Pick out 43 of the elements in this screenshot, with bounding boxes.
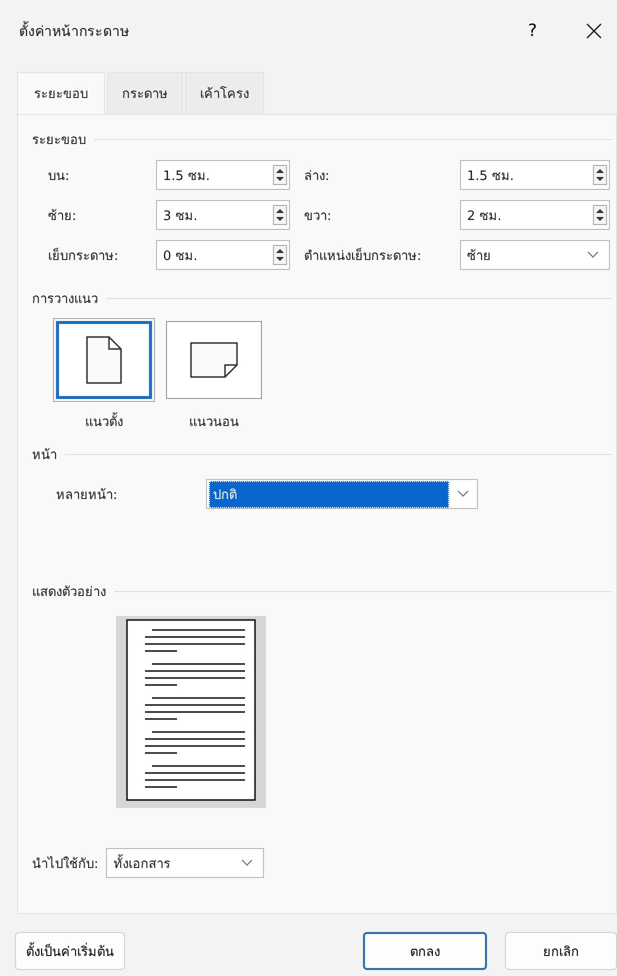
spin-arrows-icon[interactable] xyxy=(273,165,287,185)
orientation-option[interactable] xyxy=(56,321,152,399)
spin-arrows-icon[interactable] xyxy=(273,205,287,225)
tab[interactable]: กระดาษ xyxy=(107,72,183,114)
landscape-page-icon xyxy=(190,342,238,378)
field-label: บน: xyxy=(48,168,70,186)
dialog-button[interactable]: ตั้งเป็นค่าเริ่มต้น xyxy=(15,932,125,970)
dialog-button[interactable]: ตกลง xyxy=(363,932,487,970)
section-heading: ระยะขอบ xyxy=(32,132,86,150)
spin-field[interactable]: 1.5 ซม. xyxy=(156,160,290,190)
window-title: ตั้งค่าหน้ากระดาษ xyxy=(19,20,524,42)
spin-arrows-icon[interactable] xyxy=(273,245,287,265)
caret-icon[interactable] xyxy=(241,859,254,867)
field-label: ขวา: xyxy=(304,208,332,226)
spin-field[interactable]: 3 ซม. xyxy=(156,200,290,230)
field-label: หลายหน้า: xyxy=(56,486,118,504)
caret-icon[interactable] xyxy=(457,490,469,498)
dialog-button[interactable]: ยกเลิก xyxy=(505,932,617,970)
dropdown-field[interactable]: ซ้าย xyxy=(460,240,610,270)
field-label: นำไปใช้กับ: xyxy=(32,855,98,874)
field-label: ล่าง: xyxy=(304,168,330,186)
spin-arrows-icon[interactable] xyxy=(593,205,607,225)
dropdown-field[interactable]: ทั้งเอกสาร xyxy=(106,848,264,878)
section-heading: แสดงตัวอย่าง xyxy=(32,584,106,602)
field-label: ตำแหน่งเย็บกระดาษ: xyxy=(304,246,422,266)
spin-arrows-icon[interactable] xyxy=(593,165,607,185)
orientation-label: แนวนอน xyxy=(189,414,239,432)
close-icon[interactable] xyxy=(585,22,603,40)
tab[interactable]: ระยะขอบ xyxy=(17,72,105,114)
spin-field[interactable]: 2 ซม. xyxy=(460,200,610,230)
spin-field[interactable]: 1.5 ซม. xyxy=(460,160,610,190)
caret-icon[interactable] xyxy=(587,251,599,259)
spin-field[interactable]: 0 ซม. xyxy=(156,240,290,270)
field-label: ซ้าย: xyxy=(48,208,78,226)
tab[interactable]: เค้าโครง xyxy=(185,72,264,114)
portrait-page-icon xyxy=(86,336,122,384)
section-heading: การวางแนว xyxy=(32,291,98,309)
help-button[interactable]: ? xyxy=(524,21,541,41)
orientation-option[interactable] xyxy=(166,321,262,399)
section-heading: หน้า xyxy=(32,447,57,465)
orientation-label: แนวตั้ง xyxy=(85,411,123,432)
dropdown-field[interactable]: ปกติ xyxy=(206,479,478,509)
field-label: เย็บกระดาษ: xyxy=(48,246,120,266)
